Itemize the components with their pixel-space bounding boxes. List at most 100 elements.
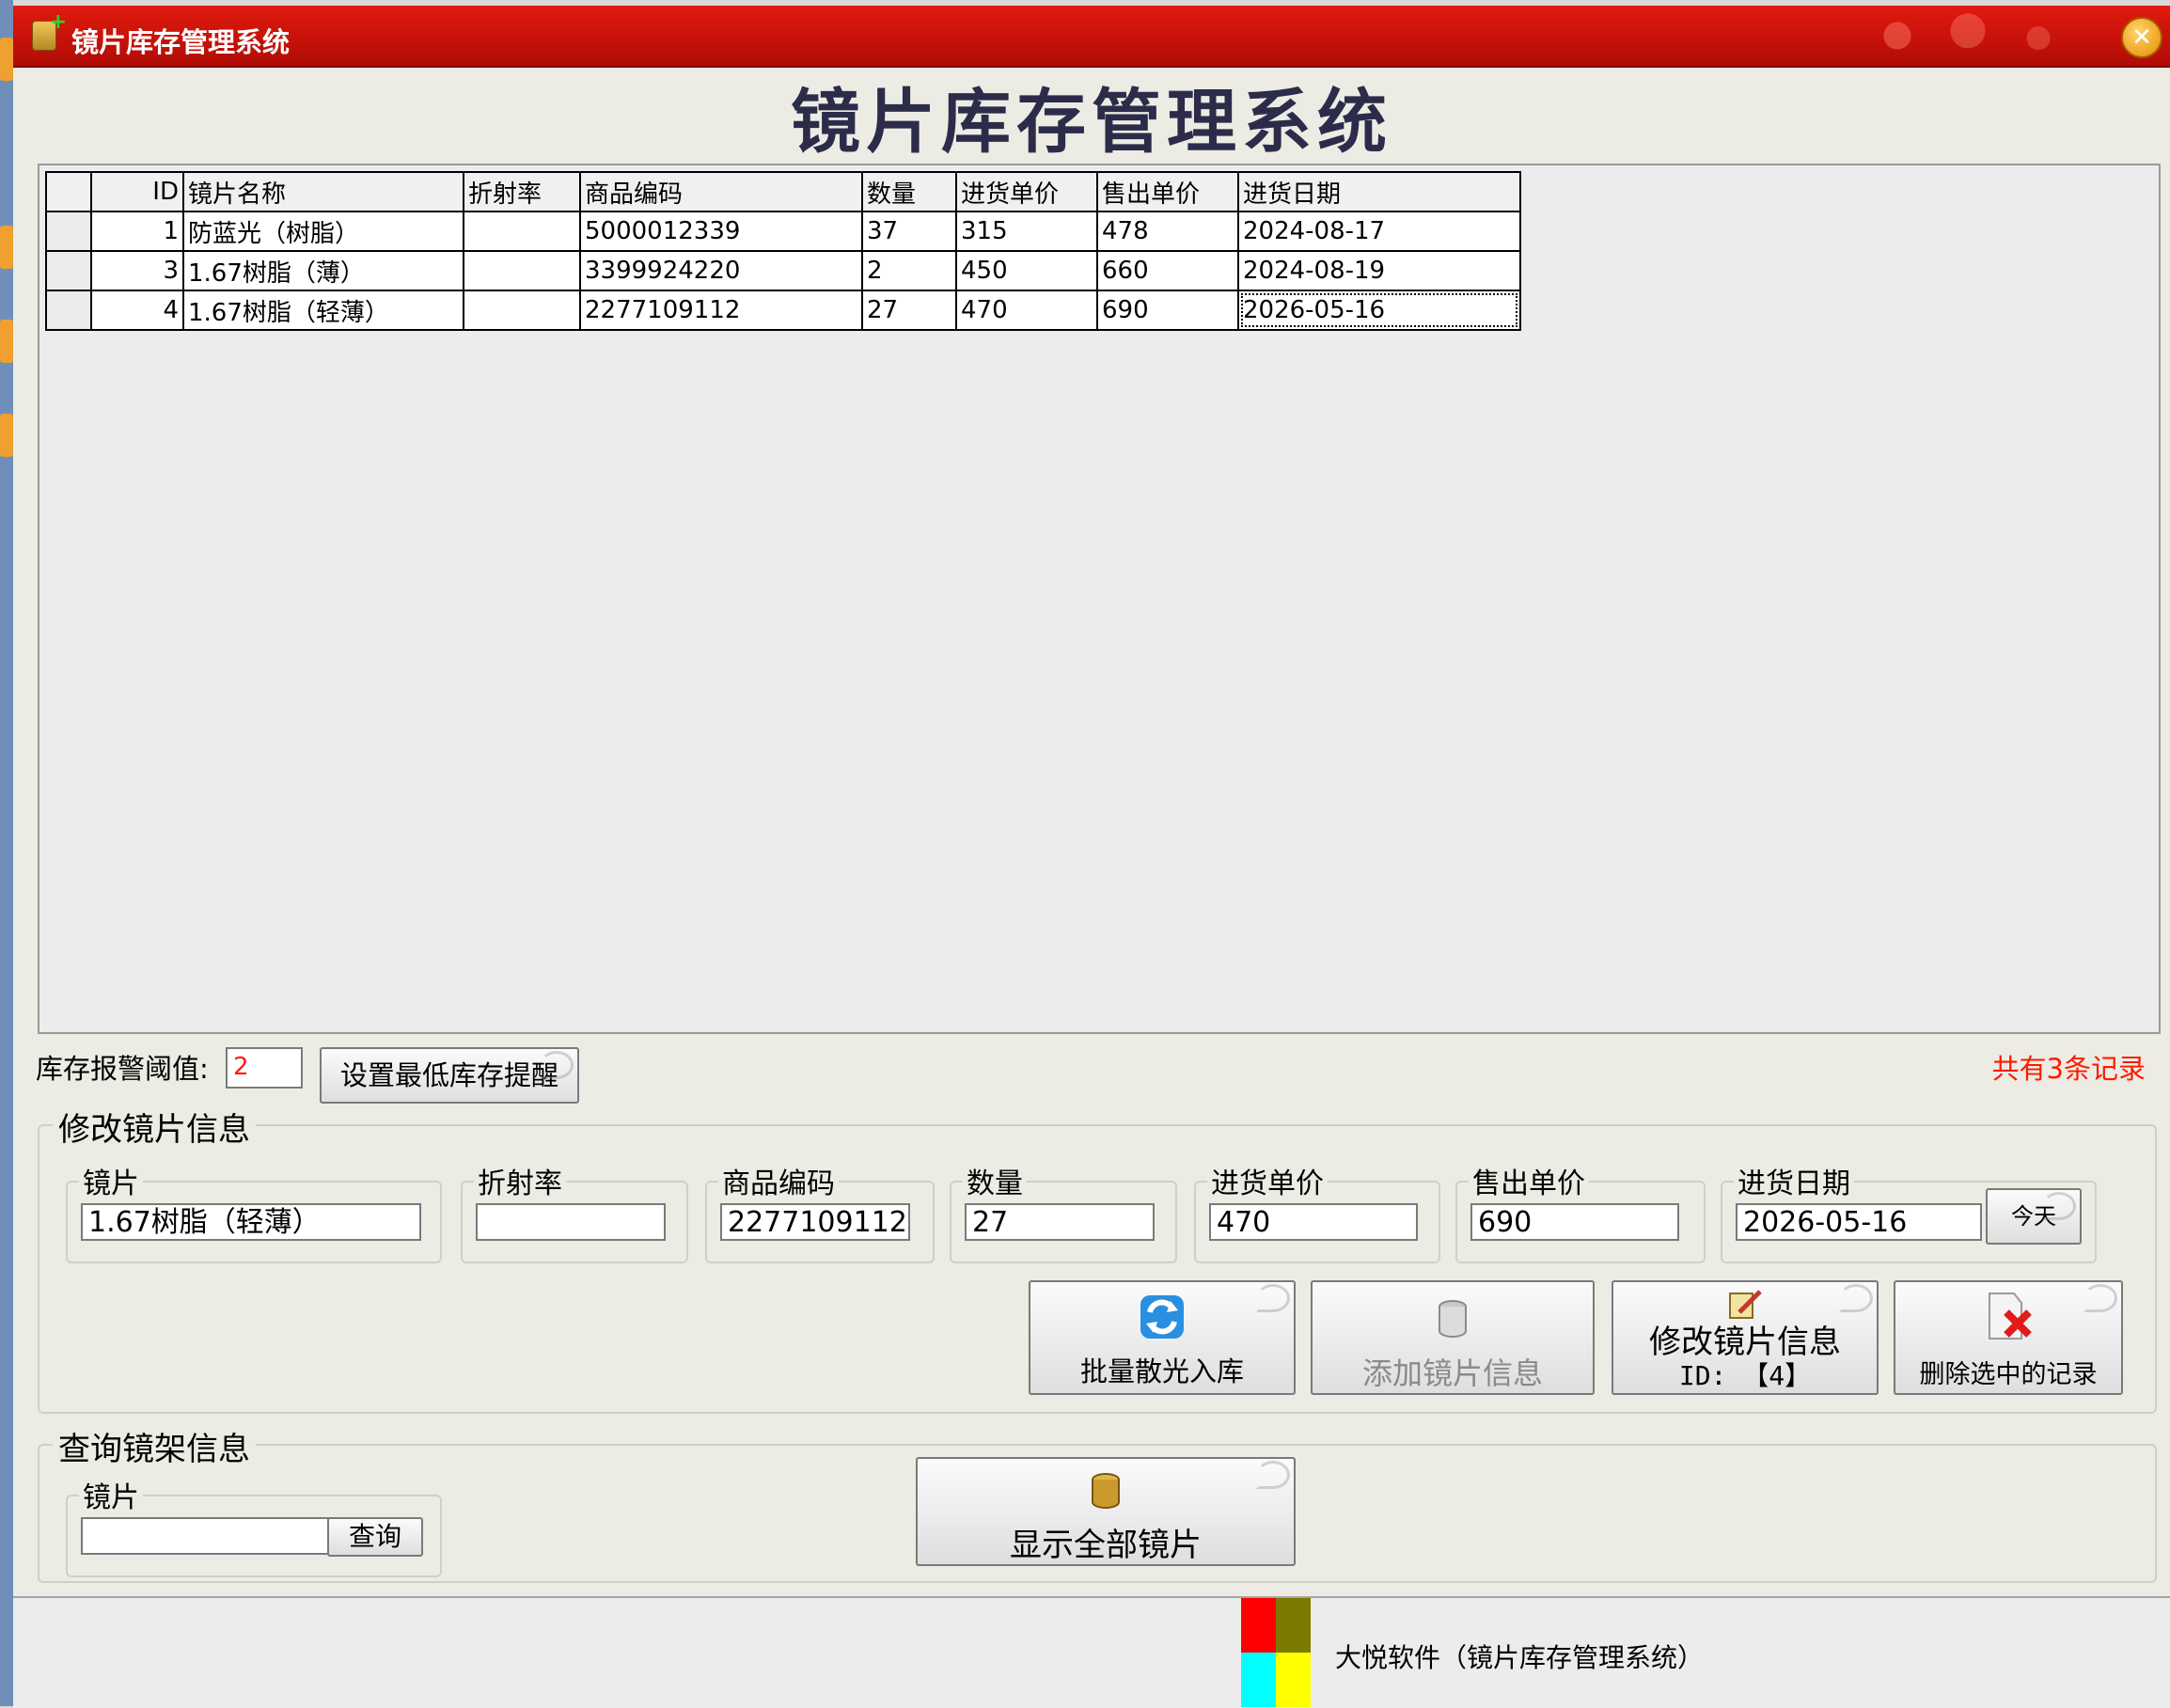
swirl-decoration-icon	[1839, 1284, 1873, 1312]
show-all-lenses-label: 显示全部镜片	[1010, 1527, 1202, 1564]
query-lens-label: 镜片	[79, 1474, 143, 1515]
table-row[interactable]: 3 1.67树脂（薄） 3399924220 2 450 660 2024-08…	[45, 250, 1521, 291]
cell-id[interactable]: 3	[90, 250, 184, 291]
set-min-stock-label: 设置最低库存提醒	[339, 1059, 558, 1091]
swirl-decoration-icon	[540, 1051, 574, 1079]
swirl-decoration-icon	[1256, 1461, 1290, 1489]
cell-qty[interactable]: 37	[861, 211, 957, 252]
window-title: 镜片库存管理系统	[71, 26, 291, 58]
cell-out-price[interactable]: 478	[1096, 211, 1239, 252]
desktop-edge	[0, 0, 13, 1706]
date-input[interactable]: 2026-05-16	[1736, 1203, 1982, 1241]
lens-field: 镜片 1.67树脂（轻薄）	[66, 1160, 442, 1263]
modify-lens-id: ID: 【4】	[1678, 1360, 1812, 1391]
query-lens-input[interactable]	[81, 1517, 331, 1555]
row-selector[interactable]	[45, 250, 92, 291]
column-header-qty[interactable]: 数量	[861, 171, 957, 212]
cell-id[interactable]: 4	[90, 290, 184, 331]
company-name: 大悦软件（镜片库存管理系统）	[1335, 1642, 1705, 1673]
column-header-name[interactable]: 镜片名称	[182, 171, 464, 212]
query-button[interactable]: 查询	[327, 1517, 423, 1557]
table-row[interactable]: 1 防蓝光（树脂） 5000012339 37 315 478 2024-08-…	[45, 211, 1521, 252]
query-group-title: 查询镜架信息	[53, 1423, 256, 1469]
lens-table[interactable]: ID 镜片名称 折射率 商品编码 数量 进货单价 售出单价 进货日期 1 防蓝光…	[45, 171, 1521, 331]
out-price-input[interactable]: 690	[1470, 1203, 1679, 1241]
cell-date[interactable]: 2026-05-16	[1237, 290, 1521, 331]
column-header-out-price[interactable]: 售出单价	[1096, 171, 1239, 212]
query-button-label: 查询	[348, 1521, 401, 1552]
alarm-threshold-label: 库存报警阈值:	[36, 1053, 209, 1085]
cell-qty[interactable]: 27	[861, 290, 957, 331]
cell-code[interactable]: 2277109112	[579, 290, 863, 331]
column-header-refraction[interactable]: 折射率	[463, 171, 581, 212]
cell-in-price[interactable]: 470	[955, 290, 1098, 331]
cell-qty[interactable]: 2	[861, 250, 957, 291]
swirl-decoration-icon	[1256, 1284, 1290, 1312]
cell-out-price[interactable]: 690	[1096, 290, 1239, 331]
row-selector-header	[45, 171, 92, 212]
column-header-code[interactable]: 商品编码	[579, 171, 863, 212]
cell-code[interactable]: 5000012339	[579, 211, 863, 252]
cell-refraction[interactable]	[463, 211, 581, 252]
close-icon[interactable]: ✕	[2121, 17, 2162, 58]
refraction-input[interactable]	[476, 1203, 666, 1241]
in-price-input[interactable]: 470	[1209, 1203, 1418, 1241]
column-header-date[interactable]: 进货日期	[1237, 171, 1521, 212]
edit-lens-group: 修改镜片信息 镜片 1.67树脂（轻薄） 折射率 商品编码 2277109112…	[38, 1104, 2157, 1414]
add-lens-button[interactable]: 添加镜片信息	[1311, 1280, 1595, 1395]
row-selector[interactable]	[45, 290, 92, 331]
cell-in-price[interactable]: 450	[955, 250, 1098, 291]
table-header-row: ID 镜片名称 折射率 商品编码 数量 进货单价 售出单价 进货日期	[45, 171, 1521, 212]
row-selector[interactable]	[45, 211, 92, 252]
refresh-icon	[1140, 1295, 1184, 1339]
edit-group-title: 修改镜片信息	[53, 1104, 256, 1150]
column-header-id[interactable]: ID	[90, 171, 184, 212]
code-input[interactable]: 2277109112	[720, 1203, 910, 1241]
cell-id[interactable]: 1	[90, 211, 184, 252]
title-ornament	[1813, 11, 2095, 60]
table-row[interactable]: 4 1.67树脂（轻薄） 2277109112 27 470 690 2026-…	[45, 290, 1521, 331]
cell-in-price[interactable]: 315	[955, 211, 1098, 252]
show-all-lenses-button[interactable]: 显示全部镜片	[916, 1457, 1296, 1566]
database-icon	[1092, 1473, 1120, 1509]
date-field-label: 进货日期	[1734, 1160, 1854, 1201]
batch-import-label: 批量散光入库	[1079, 1355, 1244, 1387]
cell-out-price[interactable]: 660	[1096, 250, 1239, 291]
out-price-field-label: 售出单价	[1469, 1160, 1589, 1201]
swirl-decoration-icon	[2042, 1192, 2076, 1220]
cell-code[interactable]: 3399924220	[579, 250, 863, 291]
today-button[interactable]: 今天	[1986, 1188, 2082, 1245]
main-window: 镜片库存管理系统 ✕ 镜片库存管理系统 ID 镜片名称 折射率 商品编码 数量 …	[13, 6, 2170, 1708]
title-bar[interactable]: 镜片库存管理系统 ✕	[13, 6, 2170, 68]
query-group: 查询镜架信息 镜片 查询 显示全部镜片	[38, 1423, 2157, 1583]
database-add-icon	[32, 10, 67, 51]
in-price-field-label: 进货单价	[1207, 1160, 1328, 1201]
modify-lens-button[interactable]: 修改镜片信息 ID: 【4】	[1612, 1280, 1879, 1395]
batch-import-button[interactable]: 批量散光入库	[1029, 1280, 1296, 1395]
cell-name[interactable]: 1.67树脂（轻薄）	[182, 290, 464, 331]
qty-input[interactable]: 27	[965, 1203, 1155, 1241]
lens-name-input[interactable]: 1.67树脂（轻薄）	[81, 1203, 421, 1241]
alarm-threshold-input[interactable]: 2	[226, 1047, 303, 1089]
in-price-field: 进货单价 470	[1194, 1160, 1440, 1263]
cell-name[interactable]: 1.67树脂（薄）	[182, 250, 464, 291]
edit-icon	[1729, 1290, 1762, 1319]
delete-record-button[interactable]: 删除选中的记录	[1894, 1280, 2123, 1395]
cell-date[interactable]: 2024-08-17	[1237, 211, 1521, 252]
refraction-field: 折射率	[461, 1160, 688, 1263]
column-header-in-price[interactable]: 进货单价	[955, 171, 1098, 212]
data-grid-panel[interactable]: ID 镜片名称 折射率 商品编码 数量 进货单价 售出单价 进货日期 1 防蓝光…	[38, 164, 2161, 1034]
lens-field-label: 镜片	[79, 1160, 143, 1201]
set-min-stock-button[interactable]: 设置最低库存提醒	[320, 1047, 579, 1104]
code-field-label: 商品编码	[718, 1160, 839, 1201]
code-field: 商品编码 2277109112	[705, 1160, 935, 1263]
cell-refraction[interactable]	[463, 250, 581, 291]
cell-refraction[interactable]	[463, 290, 581, 331]
database-icon	[1439, 1300, 1467, 1338]
refraction-field-label: 折射率	[474, 1160, 566, 1201]
swirl-decoration-icon	[2084, 1284, 2117, 1312]
date-field: 进货日期 2026-05-16 今天	[1721, 1160, 2097, 1263]
cell-date[interactable]: 2024-08-19	[1237, 250, 1521, 291]
add-lens-label: 添加镜片信息	[1361, 1355, 1543, 1391]
cell-name[interactable]: 防蓝光（树脂）	[182, 211, 464, 252]
